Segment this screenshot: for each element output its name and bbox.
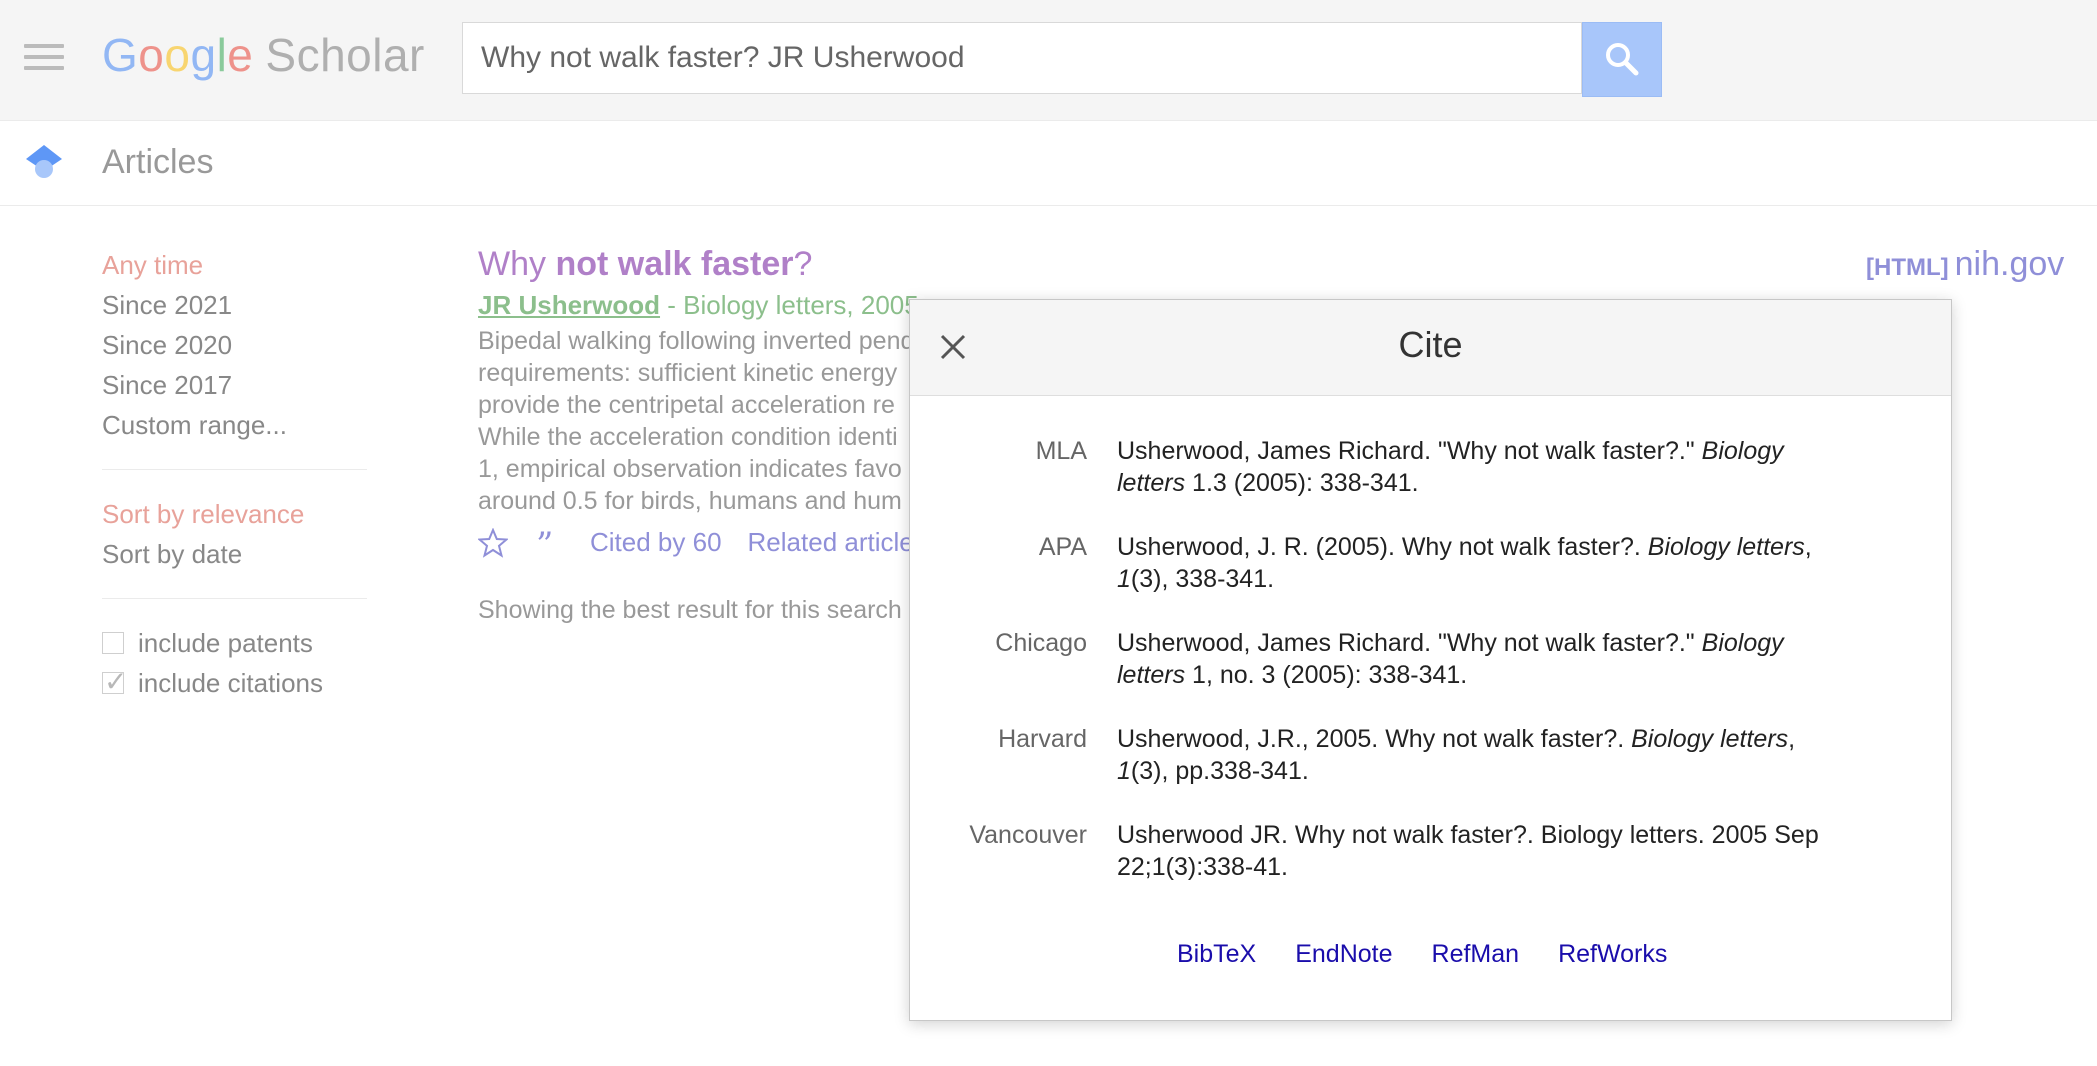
export-links: BibTeX EndNote RefMan RefWorks: [1177, 940, 1706, 969]
cite-dialog-title: Cite: [1398, 324, 1463, 365]
subheader: Articles: [0, 121, 2097, 206]
citation-text[interactable]: Usherwood, James Richard. "Why not walk …: [1117, 627, 1837, 691]
citation-list: MLA Usherwood, James Richard. "Why not wa…: [910, 435, 1951, 915]
citation-row-mla: MLA Usherwood, James Richard. "Why not wa…: [910, 435, 1951, 499]
filter-custom-range[interactable]: Custom range...: [102, 405, 367, 445]
svg-text:”: ”: [536, 528, 553, 558]
citation-text[interactable]: Usherwood, James Richard. "Why not walk …: [1117, 435, 1837, 499]
filter-any-time[interactable]: Any time: [102, 245, 367, 285]
result-title-link[interactable]: Why not walk faster?: [478, 245, 2078, 284]
export-refworks-link[interactable]: RefWorks: [1558, 940, 1667, 969]
checkbox-checked[interactable]: ✓: [102, 666, 127, 697]
export-refman-link[interactable]: RefMan: [1432, 940, 1520, 969]
html-domain: nih.gov: [1954, 245, 2065, 283]
cited-by-link[interactable]: Cited by 60: [590, 527, 722, 558]
export-endnote-link[interactable]: EndNote: [1295, 940, 1392, 969]
citation-row-chicago: Chicago Usherwood, James Richard. "Why no…: [910, 627, 1951, 691]
citation-style-label: Harvard: [998, 725, 1087, 753]
result-venue: - Biology letters, 2005: [660, 290, 919, 320]
section-title: Articles: [102, 143, 214, 181]
include-patents-label: include patents: [138, 627, 313, 658]
sort-by-date[interactable]: Sort by date: [102, 534, 367, 574]
search-button[interactable]: [1582, 22, 1662, 97]
citation-style-label: APA: [1038, 533, 1087, 561]
citation-text[interactable]: Usherwood, J. R. (2005). Why not walk fa…: [1117, 531, 1837, 595]
citation-text[interactable]: Usherwood, J.R., 2005. Why not walk fast…: [1117, 723, 1837, 787]
citation-style-label: Chicago: [995, 629, 1087, 657]
filter-since-2021[interactable]: Since 2021: [102, 285, 367, 325]
checkbox-unchecked[interactable]: [102, 632, 124, 654]
search-box: [462, 22, 1582, 94]
include-citations-checkbox[interactable]: ✓ include citations: [102, 663, 367, 703]
sidebar: Any time Since 2021 Since 2020 Since 201…: [102, 245, 367, 703]
menu-icon[interactable]: [24, 44, 64, 74]
checkmark-icon: ✓: [104, 666, 128, 697]
related-articles-link[interactable]: Related articles: [748, 527, 927, 558]
sort-by-relevance[interactable]: Sort by relevance: [102, 494, 367, 534]
cite-dialog-header: Cite: [910, 300, 1951, 396]
showing-best-result-text: Showing the best result for this search: [478, 596, 902, 624]
citation-text[interactable]: Usherwood JR. Why not walk faster?. Biol…: [1117, 819, 1837, 883]
top-header: Google Scholar: [0, 0, 2097, 121]
include-patents-checkbox[interactable]: include patents: [102, 623, 367, 663]
author-link[interactable]: JR Usherwood: [478, 290, 660, 320]
sidebar-divider: [102, 469, 367, 470]
citation-row-apa: APA Usherwood, J. R. (2005). Why not walk…: [910, 531, 1951, 595]
search-input[interactable]: [463, 23, 1581, 93]
sidebar-divider: [102, 598, 367, 599]
google-scholar-logo[interactable]: Google Scholar: [102, 28, 425, 82]
graduation-cap-icon: [26, 145, 62, 178]
citation-row-vancouver: Vancouver Usherwood JR. Why not walk fast…: [910, 819, 1951, 883]
search-icon: [1606, 43, 1639, 76]
include-citations-label: include citations: [138, 667, 323, 698]
citation-style-label: Vancouver: [969, 821, 1087, 849]
citation-row-harvard: Harvard Usherwood, J.R., 2005. Why not wa…: [910, 723, 1951, 787]
cite-dialog: Cite MLA Usherwood, James Richard. "Why n…: [909, 299, 1952, 1021]
filter-since-2020[interactable]: Since 2020: [102, 325, 367, 365]
html-tag: [HTML]: [1866, 254, 1949, 281]
star-icon[interactable]: [478, 527, 508, 558]
html-fulltext-link[interactable]: [HTML] nih.gov: [1866, 245, 2064, 284]
citation-style-label: MLA: [1035, 437, 1087, 465]
export-bibtex-link[interactable]: BibTeX: [1177, 940, 1256, 969]
cite-quote-icon[interactable]: ”: [534, 528, 564, 558]
filter-since-2017[interactable]: Since 2017: [102, 365, 367, 405]
